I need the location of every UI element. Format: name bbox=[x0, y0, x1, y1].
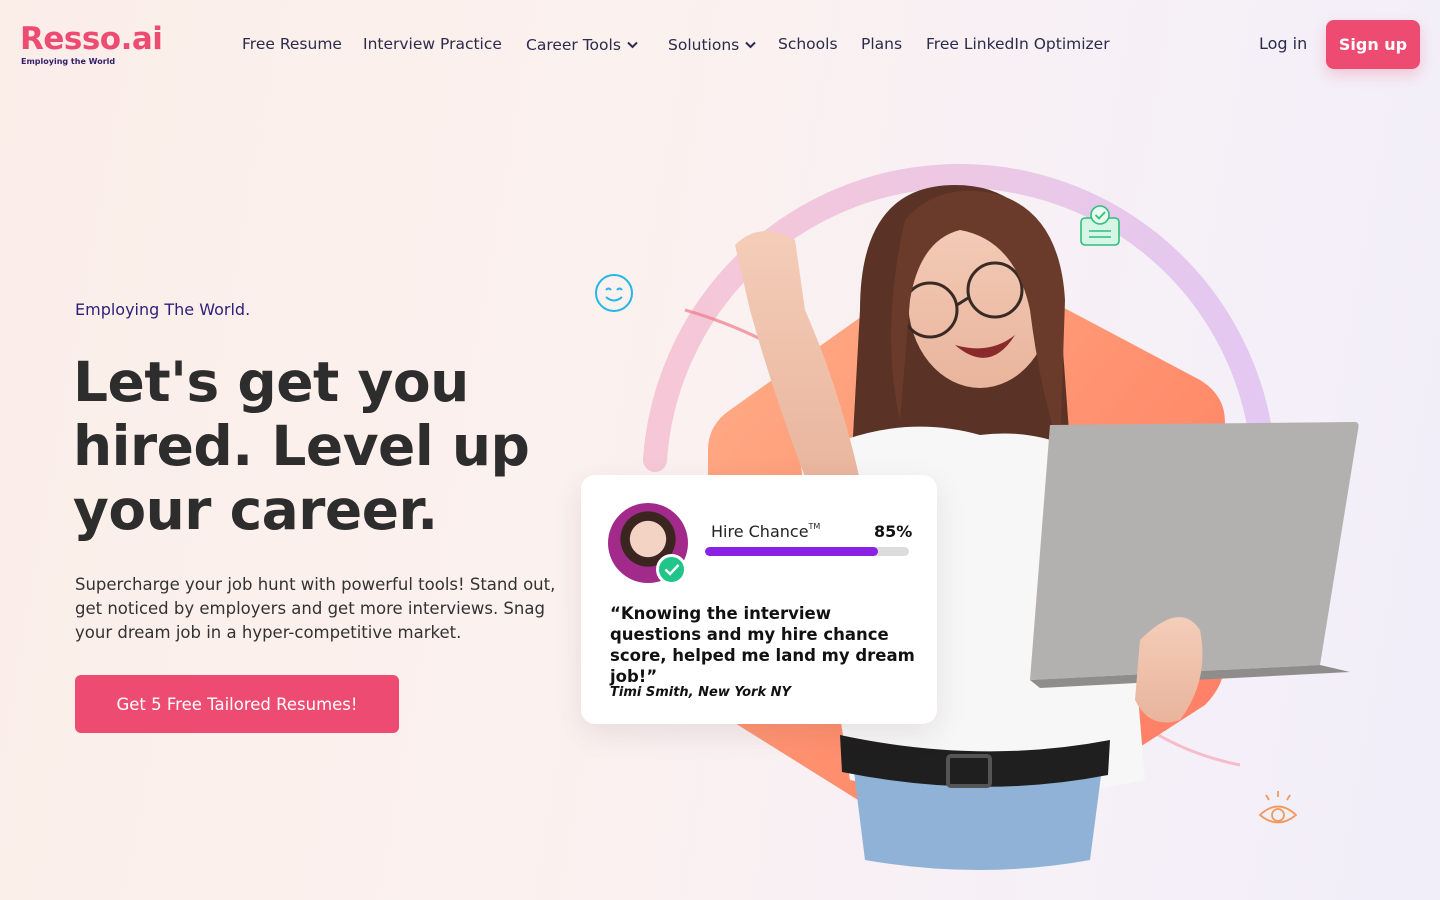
nav-free-linkedin-optimizer[interactable]: Free LinkedIn Optimizer bbox=[926, 34, 1110, 54]
nav-free-resume[interactable]: Free Resume bbox=[242, 34, 342, 54]
hire-chance-progress-fill bbox=[705, 547, 879, 556]
free-resumes-cta-button[interactable]: Get 5 Free Tailored Resumes! bbox=[75, 675, 399, 733]
hire-chance-label-text: Hire Chance bbox=[711, 522, 809, 541]
login-link[interactable]: Log in bbox=[1259, 34, 1307, 54]
hero-headline: Let's get you hired. Level up your caree… bbox=[73, 350, 530, 542]
check-icon bbox=[656, 554, 687, 585]
nav-career-tools[interactable]: Career Tools bbox=[526, 34, 638, 55]
hire-chance-label: Hire ChanceTM bbox=[711, 522, 820, 541]
chevron-down-icon bbox=[627, 34, 638, 54]
hero-subcopy: Supercharge your job hunt with powerful … bbox=[75, 575, 556, 642]
nav-interview-practice[interactable]: Interview Practice bbox=[363, 34, 502, 54]
brand-name: Resso.ai bbox=[20, 21, 163, 57]
nav-schools[interactable]: Schools bbox=[778, 34, 838, 54]
hero-eyebrow: Employing The World. bbox=[75, 300, 251, 319]
clipboard-check-icon bbox=[1079, 204, 1121, 252]
testimonial-quote: “Knowing the interview questions and my … bbox=[610, 604, 915, 686]
testimonial-author: Timi Smith, New York NY bbox=[610, 685, 791, 700]
nav-solutions[interactable]: Solutions bbox=[668, 34, 756, 55]
testimonial-card: Hire ChanceTM 85% “Knowing the interview… bbox=[581, 475, 937, 724]
top-navigation: Resso.ai Employing the World Free Resume… bbox=[0, 0, 1440, 88]
signup-button[interactable]: Sign up bbox=[1326, 20, 1420, 69]
chevron-down-icon bbox=[745, 34, 756, 54]
nav-solutions-label: Solutions bbox=[668, 36, 740, 54]
hire-chance-value: 85% bbox=[874, 522, 913, 541]
nav-plans[interactable]: Plans bbox=[861, 34, 902, 54]
eye-icon bbox=[1257, 788, 1299, 834]
nav-career-tools-label: Career Tools bbox=[526, 36, 621, 54]
trademark-mark: TM bbox=[808, 522, 821, 531]
smile-icon bbox=[594, 273, 634, 317]
hire-chance-progress-bar bbox=[705, 547, 909, 556]
brand-logo[interactable]: Resso.ai Employing the World bbox=[20, 20, 180, 70]
brand-tagline: Employing the World bbox=[21, 57, 116, 66]
